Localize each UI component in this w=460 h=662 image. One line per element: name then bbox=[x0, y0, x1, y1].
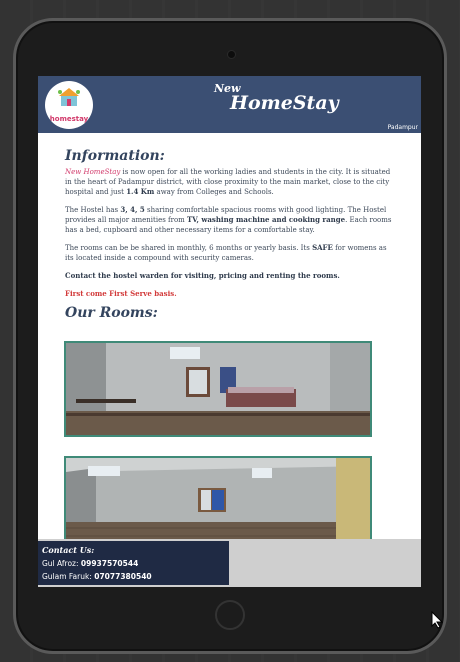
contact-phone-2[interactable]: 07077380540 bbox=[94, 572, 151, 581]
tablet-screen: homestay New HomeStay Padampur Informati… bbox=[38, 76, 421, 587]
brand-inline: New HomeStay bbox=[65, 168, 121, 176]
main-content: Information: New HomeStay is now open fo… bbox=[65, 148, 395, 321]
site-header: homestay New HomeStay Padampur bbox=[38, 76, 421, 133]
logo-text: homestay bbox=[49, 115, 89, 123]
contact-line-2: Gulam Faruk: 07077380540 bbox=[42, 572, 152, 581]
room-photo-2[interactable] bbox=[64, 456, 372, 552]
sharing-paragraph: The rooms can be be shared in monthly, 6… bbox=[65, 243, 387, 262]
information-heading: Information: bbox=[65, 148, 165, 164]
location-label: Padampur bbox=[387, 124, 418, 131]
contact-phone-1[interactable]: 09937570544 bbox=[81, 559, 138, 568]
contact-box: Contact Us: Gul Afroz: 09937570544 Gulam… bbox=[38, 541, 229, 585]
home-button[interactable] bbox=[215, 600, 245, 630]
contact-line-1: Gul Afroz: 09937570544 bbox=[42, 559, 139, 568]
first-come-note: First come First Serve basis. bbox=[65, 289, 177, 298]
mouse-cursor-icon bbox=[431, 611, 443, 629]
rooms-heading: Our Rooms: bbox=[65, 305, 158, 321]
camera-icon bbox=[227, 50, 236, 59]
site-title: HomeStay bbox=[230, 92, 339, 114]
house-icon bbox=[58, 88, 80, 106]
rooms-paragraph: The Hostel has 3, 4, 5 sharing comfortab… bbox=[65, 205, 392, 234]
room-photo-1[interactable] bbox=[64, 341, 372, 437]
intro-paragraph: New HomeStay is now open for all the wor… bbox=[65, 168, 391, 196]
room-photo-1-image bbox=[66, 343, 370, 435]
homestay-logo[interactable]: homestay bbox=[45, 81, 93, 129]
contact-title: Contact Us: bbox=[42, 545, 95, 555]
room-photo-2-image bbox=[66, 458, 370, 550]
contact-note: Contact the hostel warden for visiting, … bbox=[65, 271, 340, 280]
